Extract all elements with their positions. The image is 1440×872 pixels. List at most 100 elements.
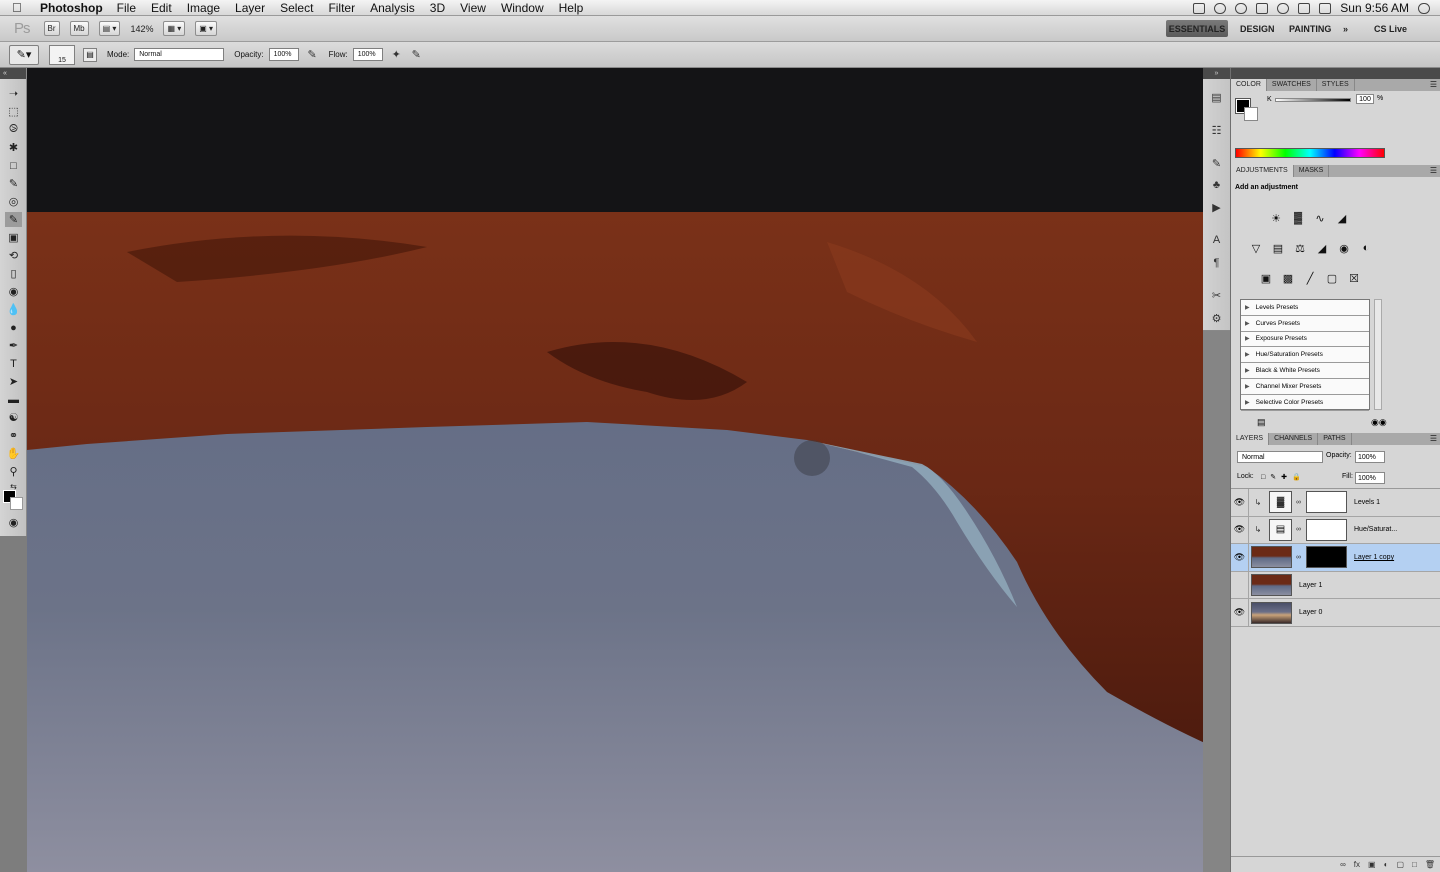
move-tool-icon[interactable]: ➝ xyxy=(5,86,22,101)
menu-layer[interactable]: Layer xyxy=(235,1,265,15)
pressure-size-icon[interactable]: ✎ xyxy=(410,48,423,61)
tab-channels[interactable]: CHANNELS xyxy=(1269,433,1319,445)
visibility-eye-icon[interactable]: 👁 xyxy=(1231,599,1249,627)
return-to-list-icon[interactable]: ▤ xyxy=(1257,417,1266,428)
lock-position-icon[interactable]: ✚ xyxy=(1281,473,1287,481)
time-machine-icon[interactable] xyxy=(1235,2,1248,14)
menu-help[interactable]: Help xyxy=(559,1,584,15)
zoom-tool-icon[interactable]: ⚲ xyxy=(5,464,22,479)
tools-panel-header[interactable]: « xyxy=(0,68,26,79)
workspace-essentials[interactable]: ESSENTIALS xyxy=(1166,20,1228,37)
lock-pixels-icon[interactable]: ✎ xyxy=(1270,473,1276,481)
marquee-tool-icon[interactable]: ⬚ xyxy=(5,104,22,119)
view-extras-button[interactable]: ▤ ▾ xyxy=(98,21,121,36)
link-chain-icon[interactable]: ∞ xyxy=(1296,526,1304,533)
menu-window[interactable]: Window xyxy=(501,1,544,15)
more-workspaces-button[interactable]: » xyxy=(1343,20,1348,37)
adjustments-panel-menu-icon[interactable]: ☰ xyxy=(1430,165,1437,177)
visibility-toggle-empty[interactable] xyxy=(1231,571,1249,599)
brush-preset-picker[interactable]: 15 xyxy=(49,44,75,65)
clock[interactable]: Sun 9:56 AM xyxy=(1340,1,1409,15)
tab-adjustments[interactable]: ADJUSTMENTS xyxy=(1231,165,1294,177)
color-balance-icon[interactable]: ⚖ xyxy=(1293,241,1307,255)
visibility-eye-icon[interactable]: 👁 xyxy=(1231,488,1249,516)
selective-color-icon[interactable]: ☒ xyxy=(1347,271,1361,285)
background-color-swatch[interactable] xyxy=(1244,107,1258,121)
layer-row-levels-1[interactable]: 👁 ↳ ▓ ∞ Levels 1 xyxy=(1231,488,1440,517)
layer-name[interactable]: Levels 1 xyxy=(1354,499,1380,506)
crop-tool-icon[interactable]: □ xyxy=(5,158,22,173)
pen-tool-icon[interactable]: ✒ xyxy=(5,338,22,353)
path-selection-tool-icon[interactable]: ➤ xyxy=(5,374,22,389)
preset-exposure[interactable]: ▶ Exposure Presets xyxy=(1241,332,1369,348)
wifi-icon[interactable] xyxy=(1277,2,1290,14)
blur-tool-icon[interactable]: 💧 xyxy=(5,302,22,317)
background-color-swatch[interactable] xyxy=(10,497,23,510)
curves-icon[interactable]: ∿ xyxy=(1313,211,1327,225)
layer-mask-thumbnail[interactable] xyxy=(1306,546,1347,569)
new-group-icon[interactable]: ▢ xyxy=(1396,860,1404,869)
layer-style-fx-icon[interactable]: fx xyxy=(1354,860,1360,869)
eraser-tool-icon[interactable]: ▯ xyxy=(5,266,22,281)
link-chain-icon[interactable]: ∞ xyxy=(1296,554,1304,561)
exposure-icon[interactable]: ◢ xyxy=(1335,211,1349,225)
healing-brush-tool-icon[interactable]: ◎ xyxy=(5,194,22,209)
clone-source-panel-icon[interactable]: ♣ xyxy=(1209,178,1224,192)
layer-mask-thumbnail[interactable] xyxy=(1306,491,1347,514)
layer-row-layer-0[interactable]: 👁 Layer 0 xyxy=(1231,599,1440,627)
brush-panel-icon[interactable]: ✎ xyxy=(1209,156,1224,170)
layer-name[interactable]: Hue/Saturat... xyxy=(1354,526,1397,533)
add-mask-icon[interactable]: ▣ xyxy=(1368,860,1376,869)
layer-row-layer-1[interactable]: Layer 1 xyxy=(1231,571,1440,600)
workspace-design[interactable]: DESIGN xyxy=(1240,20,1275,37)
hue-saturation-icon[interactable]: ▤ xyxy=(1271,241,1285,255)
black-white-icon[interactable]: ◢ xyxy=(1315,241,1329,255)
color-panel-menu-icon[interactable]: ☰ xyxy=(1430,79,1437,91)
layer-thumbnail[interactable] xyxy=(1251,574,1292,597)
clone-stamp-tool-icon[interactable]: ▣ xyxy=(5,230,22,245)
menu-file[interactable]: File xyxy=(117,1,136,15)
channel-mixer-icon[interactable]: ◐ xyxy=(1359,241,1373,255)
mode-select[interactable]: Normal xyxy=(134,48,225,61)
tab-styles[interactable]: STYLES xyxy=(1317,79,1355,91)
preset-channel-mixer[interactable]: ▶ Channel Mixer Presets xyxy=(1241,379,1369,395)
lock-all-icon[interactable]: 🔒 xyxy=(1292,473,1301,481)
levels-icon[interactable]: ▓ xyxy=(1291,211,1305,225)
vibrance-icon[interactable]: ▽ xyxy=(1249,241,1263,255)
dock-header[interactable]: » xyxy=(1203,68,1230,79)
k-value-input[interactable]: 100 xyxy=(1356,94,1374,104)
layer-name[interactable]: Layer 0 xyxy=(1299,609,1322,616)
history-panel-icon[interactable]: ☷ xyxy=(1209,123,1224,137)
menu-edit[interactable]: Edit xyxy=(151,1,172,15)
brush-tool-icon[interactable]: ✎ xyxy=(5,212,22,227)
3d-panel-icon[interactable]: ⚙ xyxy=(1209,311,1224,325)
layer-row-hue-saturation[interactable]: 👁 ↳ ▤ ∞ Hue/Saturat... xyxy=(1231,516,1440,545)
layer-name[interactable]: Layer 1 copy xyxy=(1354,554,1394,561)
document-canvas[interactable] xyxy=(27,68,1230,872)
actions-panel-icon[interactable]: ▶ xyxy=(1209,200,1224,214)
preset-selective-color[interactable]: ▶ Selective Color Presets xyxy=(1241,395,1369,411)
layer-row-layer-1-copy[interactable]: 👁 ∞ Layer 1 copy xyxy=(1231,543,1440,572)
quick-mask-icon[interactable]: ◉ xyxy=(5,515,22,530)
layers-panel-menu-icon[interactable]: ☰ xyxy=(1430,433,1437,445)
app-menu[interactable]: Photoshop xyxy=(40,1,103,15)
arrange-documents-button[interactable]: ▦ ▾ xyxy=(163,21,186,36)
dodge-tool-icon[interactable]: ● xyxy=(5,320,22,335)
bluetooth-icon[interactable] xyxy=(1256,2,1269,14)
bridge-button[interactable]: Br xyxy=(43,21,60,36)
photo-filter-icon[interactable]: ◉ xyxy=(1337,241,1351,255)
threshold-icon[interactable]: ╱ xyxy=(1303,271,1317,285)
pressure-opacity-icon[interactable]: ✎ xyxy=(306,48,319,61)
menu-image[interactable]: Image xyxy=(187,1,220,15)
paint-bucket-tool-icon[interactable]: ◉ xyxy=(5,284,22,299)
character-panel-icon[interactable]: A xyxy=(1209,233,1224,247)
layer-thumbnail[interactable] xyxy=(1251,601,1292,624)
layer-mask-thumbnail[interactable] xyxy=(1306,518,1347,541)
flow-input[interactable]: 100% xyxy=(352,48,383,61)
quick-selection-tool-icon[interactable]: ✱ xyxy=(5,140,22,155)
menu-filter[interactable]: Filter xyxy=(328,1,355,15)
panels-dock-header[interactable] xyxy=(1231,68,1440,79)
flag-icon[interactable] xyxy=(1319,2,1332,14)
menu-select[interactable]: Select xyxy=(280,1,313,15)
preset-hue-saturation[interactable]: ▶ Hue/Saturation Presets xyxy=(1241,347,1369,364)
